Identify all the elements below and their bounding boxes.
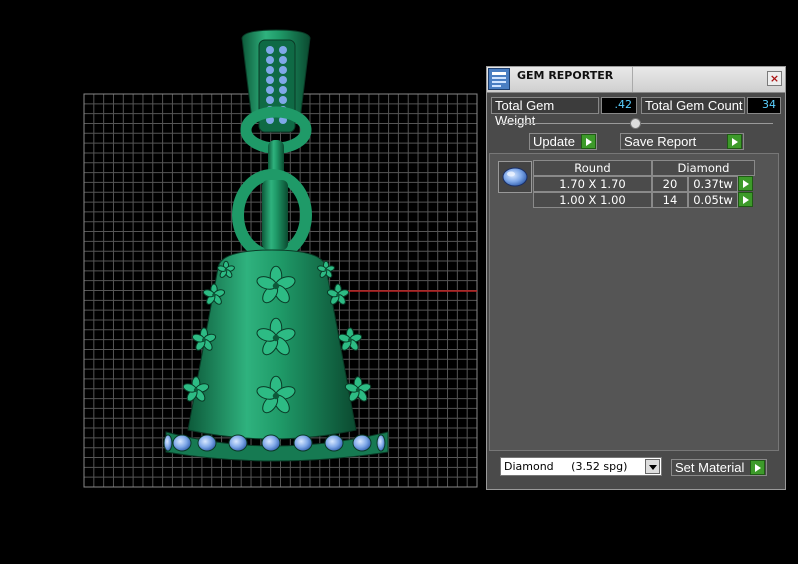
- gem-reporter-app-icon: [488, 68, 510, 90]
- table-row-2-weight: 0.05tw: [688, 192, 738, 208]
- rim-gem: [352, 434, 372, 452]
- save-report-play-icon[interactable]: [727, 134, 742, 149]
- close-icon[interactable]: ×: [767, 71, 782, 86]
- bail-gem: [266, 86, 274, 94]
- 3d-viewport[interactable]: [0, 0, 484, 564]
- table-row-1-weight: 0.37tw: [688, 176, 738, 192]
- save-report-label: Save Report: [624, 134, 697, 149]
- rim-gem: [163, 434, 173, 452]
- bail-gem: [266, 76, 274, 84]
- table-row-2-play-icon[interactable]: [738, 192, 753, 207]
- rim-gem: [261, 434, 281, 452]
- rim-gem: [324, 434, 344, 452]
- table-row-1-size: 1.70 X 1.70: [533, 176, 652, 192]
- set-material-play-icon[interactable]: [750, 460, 765, 475]
- rim-gem: [376, 434, 386, 452]
- shape-column-header: Round: [533, 160, 652, 176]
- bail-gem: [266, 46, 274, 54]
- title-divider: [632, 67, 633, 92]
- material-column-header: Diamond: [652, 160, 755, 176]
- bail-gem: [279, 46, 287, 54]
- viewport-canvas[interactable]: [0, 0, 484, 564]
- bell-pendant-model[interactable]: [163, 29, 389, 462]
- rim-gem: [197, 434, 217, 452]
- update-label: Update: [533, 134, 575, 149]
- material-select-value: Diamond (3.52 spg): [504, 460, 628, 473]
- material-select[interactable]: Diamond (3.52 spg): [500, 457, 662, 476]
- bail-gem: [266, 56, 274, 64]
- round-gem-icon[interactable]: [498, 161, 532, 193]
- bail-gem: [279, 66, 287, 74]
- title-bar[interactable]: GEM REPORTER ×: [487, 67, 785, 93]
- table-row-2-count: 14: [652, 192, 688, 208]
- table-row-2-size: 1.00 X 1.00: [533, 192, 652, 208]
- rim-gem: [228, 434, 248, 452]
- rim-gem: [293, 434, 313, 452]
- set-material-label: Set Material: [675, 460, 745, 475]
- slider-handle[interactable]: [630, 118, 641, 129]
- bail-gem: [266, 66, 274, 74]
- gem-reporter-panel: GEM REPORTER × Total Gem Weight .42 Tota…: [486, 66, 786, 490]
- total-gem-count-value: 34: [747, 97, 781, 114]
- total-gem-weight-value: .42: [601, 97, 637, 114]
- rim-gem: [172, 434, 192, 452]
- gem-list: Round Diamond 1.70 X 1.70 20 0.37tw 1.00…: [489, 153, 779, 451]
- total-gem-weight-label: Total Gem Weight: [491, 97, 599, 128]
- total-gem-count-label: Total Gem Count: [641, 97, 745, 114]
- bail-gem: [266, 96, 274, 104]
- bail-gem: [279, 86, 287, 94]
- bail-gem: [279, 56, 287, 64]
- save-report-button[interactable]: Save Report: [620, 133, 744, 150]
- bail-gem: [279, 76, 287, 84]
- table-row-1-play-icon[interactable]: [738, 176, 753, 191]
- update-play-icon[interactable]: [581, 134, 596, 149]
- bail-gem: [279, 96, 287, 104]
- table-row-1-count: 20: [652, 176, 688, 192]
- panel-title: GEM REPORTER: [517, 69, 614, 82]
- chevron-down-icon[interactable]: [645, 459, 660, 474]
